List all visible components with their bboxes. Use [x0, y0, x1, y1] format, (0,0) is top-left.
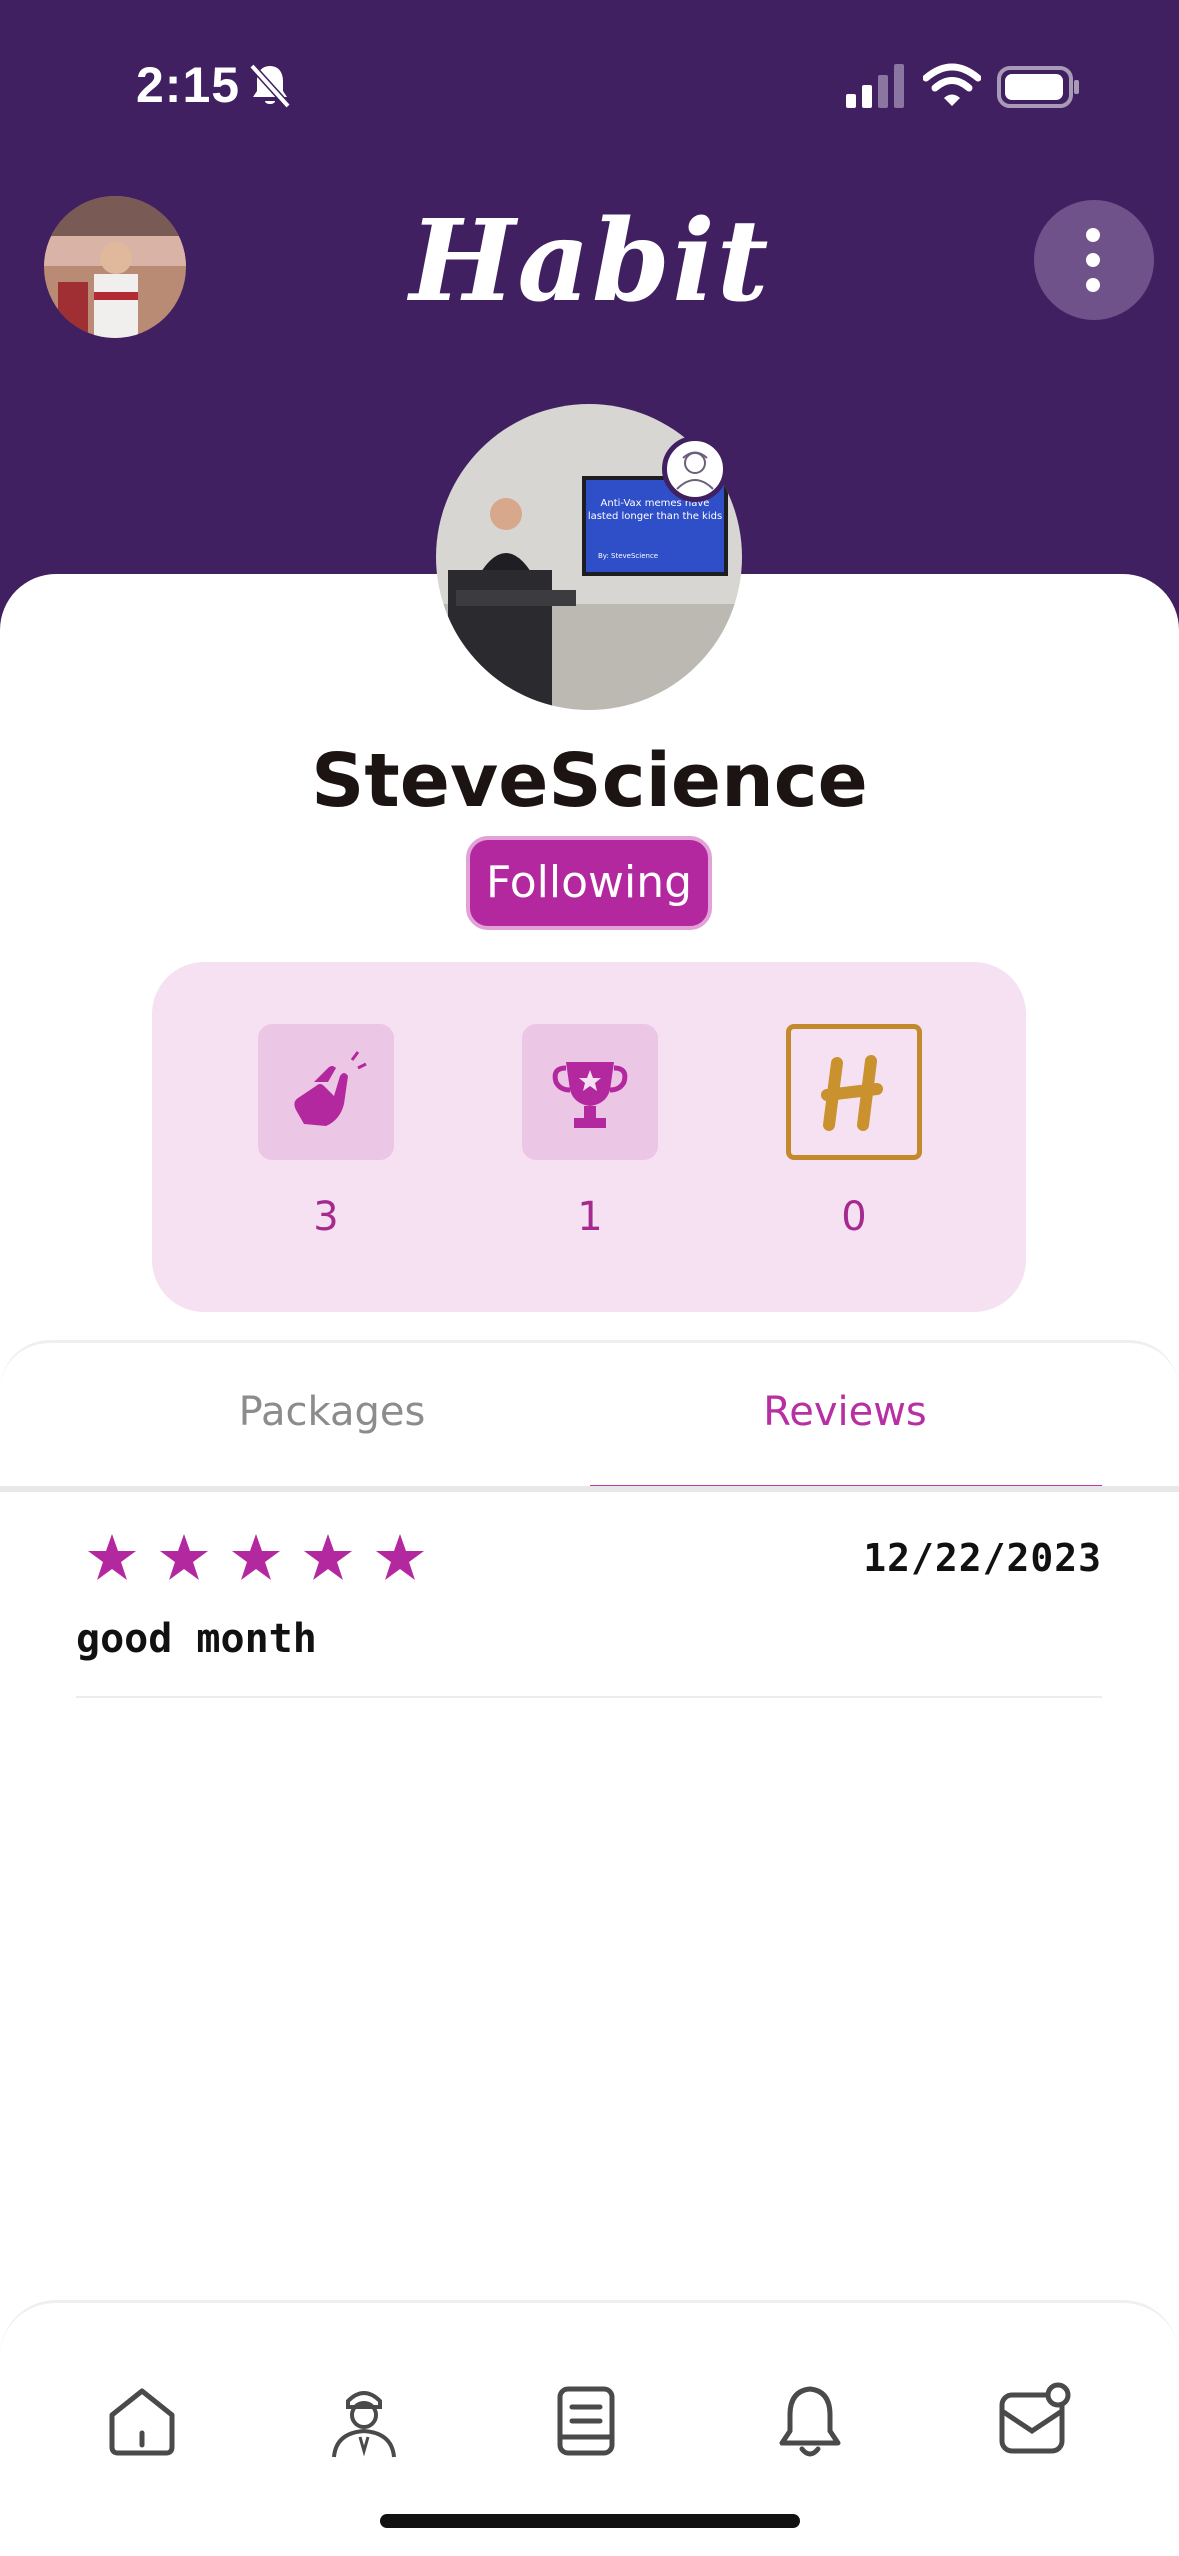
clapping-hands-icon[interactable] — [258, 1024, 394, 1160]
star-icon — [232, 1534, 280, 1580]
profile-username: SteveScience — [311, 738, 868, 824]
profile-tabs: Packages Reviews — [0, 1340, 1179, 1491]
status-time: 2:15 — [136, 57, 241, 113]
trophy-count: 1 — [577, 1194, 603, 1240]
nav-home[interactable] — [102, 2381, 182, 2461]
nav-coach[interactable] — [324, 2381, 404, 2461]
review-text: good month — [76, 1616, 317, 1662]
nav-notifications[interactable] — [770, 2381, 850, 2461]
stats-panel: 3 1 0 — [152, 962, 1026, 1312]
bell-off-icon — [249, 63, 291, 109]
review-divider — [76, 1696, 1102, 1698]
home-icon — [109, 2388, 175, 2456]
star-icon — [88, 1534, 136, 1580]
slide-line-2: lasted longer than the kids — [588, 511, 722, 522]
tabs-divider — [0, 1486, 1179, 1492]
slide-byline: By: SteveScience — [598, 552, 658, 560]
review-date: 12/22/2023 — [863, 1536, 1102, 1580]
star-icon — [376, 1534, 424, 1580]
more-dot-icon — [1086, 228, 1100, 242]
star-icon — [160, 1534, 208, 1580]
star-icon — [304, 1534, 352, 1580]
following-button[interactable]: Following — [466, 836, 712, 930]
battery-icon — [997, 66, 1079, 108]
user-avatar[interactable] — [44, 196, 186, 338]
tab-reviews[interactable]: Reviews — [645, 1389, 1045, 1435]
coach-icon — [332, 2391, 396, 2458]
bell-icon — [779, 2386, 841, 2457]
inbox-icon — [999, 2382, 1071, 2454]
habit-h-logo-icon[interactable] — [786, 1024, 922, 1160]
more-options-button[interactable] — [1034, 200, 1154, 320]
habit-points-count: 0 — [841, 1194, 867, 1240]
review-item: 12/22/2023 good month — [76, 1520, 1102, 1700]
clap-count: 3 — [313, 1194, 339, 1240]
wifi-icon — [923, 63, 981, 106]
nav-inbox[interactable] — [994, 2381, 1074, 2461]
trophy-icon[interactable] — [522, 1024, 658, 1160]
home-indicator — [380, 2514, 800, 2528]
tab-packages[interactable]: Packages — [132, 1389, 532, 1435]
nav-library[interactable] — [546, 2381, 626, 2461]
more-dot-icon — [1086, 253, 1100, 267]
cellular-signal-icon — [846, 64, 904, 108]
more-dot-icon — [1086, 278, 1100, 292]
book-icon — [557, 2386, 615, 2456]
app-brand-title: Habit — [409, 196, 771, 327]
coach-badge-icon — [662, 436, 728, 502]
